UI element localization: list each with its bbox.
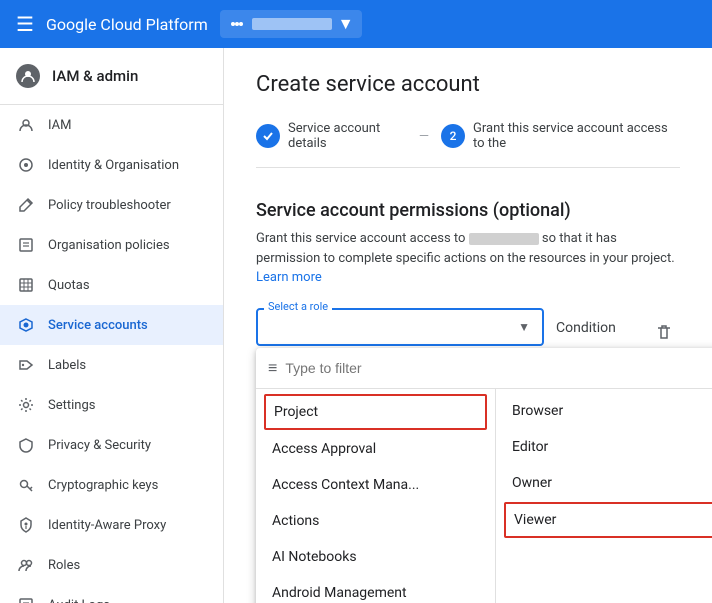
quotas-icon xyxy=(16,275,36,295)
redacted-project xyxy=(469,233,539,245)
privacy-security-label: Privacy & Security xyxy=(48,438,151,453)
dropdown-item-owner[interactable]: Owner xyxy=(496,465,712,501)
filter-input[interactable] xyxy=(285,360,712,376)
dropdown-right-column: Browser Editor Owner Viewer xyxy=(496,389,712,603)
sidebar-item-iam[interactable]: IAM xyxy=(0,105,223,145)
identity-aware-proxy-icon xyxy=(16,515,36,535)
sidebar-header: IAM & admin xyxy=(0,48,223,105)
step2-label: Grant this service account access to the xyxy=(473,121,680,151)
app-layout: IAM & admin IAM Identity & Organisation xyxy=(0,48,712,603)
dropdown-item-android-management[interactable]: Android Management xyxy=(256,575,495,603)
dropdown-columns: Project Access Approval Access Context M… xyxy=(256,389,712,603)
dropdown-menu: ≡ Project Access Approval Acc xyxy=(256,348,712,603)
project-dropdown-icon: ▼ xyxy=(338,14,354,34)
topbar: ☰ Google Cloud Platform ▼ xyxy=(0,0,712,48)
policy-troubleshooter-label: Policy troubleshooter xyxy=(48,198,171,213)
filter-icon: ≡ xyxy=(268,358,277,378)
audit-logs-icon xyxy=(16,595,36,603)
settings-icon xyxy=(16,395,36,415)
condition-label: Condition xyxy=(556,308,636,336)
roles-icon xyxy=(16,555,36,575)
sidebar-item-service-accounts[interactable]: Service accounts xyxy=(0,305,223,345)
crypto-keys-label: Cryptographic keys xyxy=(48,478,158,493)
step1-circle xyxy=(256,124,280,148)
sidebar-item-identity-org[interactable]: Identity & Organisation xyxy=(0,145,223,185)
sidebar-item-privacy-security[interactable]: Privacy & Security xyxy=(0,425,223,465)
menu-icon[interactable]: ☰ xyxy=(16,12,34,36)
roles-label: Roles xyxy=(48,558,80,573)
quotas-label: Quotas xyxy=(48,278,90,293)
delete-icon xyxy=(655,323,673,341)
app-logo: Google Cloud Platform xyxy=(46,15,208,34)
dropdown-item-project[interactable]: Project xyxy=(264,394,487,430)
sidebar-item-roles[interactable]: Roles xyxy=(0,545,223,585)
step-divider: — xyxy=(419,129,429,144)
dropdown-filter-row: ≡ xyxy=(256,348,712,389)
sidebar-item-policy-troubleshooter[interactable]: Policy troubleshooter xyxy=(0,185,223,225)
dropdown-arrow-icon: ▼ xyxy=(518,320,530,334)
sidebar-item-quotas[interactable]: Quotas xyxy=(0,265,223,305)
iam-label: IAM xyxy=(48,118,71,133)
dropdown-item-access-context[interactable]: Access Context Mana... xyxy=(256,467,495,503)
iam-icon xyxy=(16,115,36,135)
sidebar: IAM & admin IAM Identity & Organisation xyxy=(0,48,224,603)
dropdown-item-browser[interactable]: Browser xyxy=(496,393,712,429)
sidebar-item-labels[interactable]: Labels xyxy=(0,345,223,385)
role-row: Select a role ▼ ≡ Project xyxy=(256,308,680,348)
dropdown-item-editor[interactable]: Editor xyxy=(496,429,712,465)
page-title: Create service account xyxy=(256,72,680,97)
org-policies-icon xyxy=(16,235,36,255)
service-accounts-icon xyxy=(16,315,36,335)
sidebar-item-audit-logs[interactable]: Audit Logs xyxy=(0,585,223,603)
service-accounts-label: Service accounts xyxy=(48,318,148,333)
sidebar-item-identity-aware-proxy[interactable]: Identity-Aware Proxy xyxy=(0,505,223,545)
role-select-container: Select a role ▼ ≡ Project xyxy=(256,308,544,346)
step-2: 2 Grant this service account access to t… xyxy=(441,121,680,151)
sidebar-item-crypto-keys[interactable]: Cryptographic keys xyxy=(0,465,223,505)
learn-more-link[interactable]: Learn more xyxy=(256,270,322,285)
delete-role-button[interactable] xyxy=(648,316,680,348)
iam-admin-icon xyxy=(16,64,40,88)
stepper: Service account details — 2 Grant this s… xyxy=(256,121,680,168)
project-dots-icon xyxy=(228,15,246,33)
audit-logs-label: Audit Logs xyxy=(48,598,110,603)
step2-circle: 2 xyxy=(441,124,465,148)
sidebar-item-org-policies[interactable]: Organisation policies xyxy=(0,225,223,265)
identity-aware-proxy-label: Identity-Aware Proxy xyxy=(48,518,166,533)
settings-label: Settings xyxy=(48,398,95,413)
labels-label: Labels xyxy=(48,358,86,373)
dropdown-item-access-approval[interactable]: Access Approval xyxy=(256,431,495,467)
dropdown-item-viewer[interactable]: Viewer xyxy=(504,502,712,538)
step-1: Service account details xyxy=(256,121,407,151)
dropdown-left-column: Project Access Approval Access Context M… xyxy=(256,389,496,603)
sidebar-title: IAM & admin xyxy=(52,67,138,85)
identity-org-icon xyxy=(16,155,36,175)
labels-icon xyxy=(16,355,36,375)
role-dropdown-label: Select a role xyxy=(264,300,332,313)
step1-label: Service account details xyxy=(288,121,407,151)
crypto-keys-icon xyxy=(16,475,36,495)
project-name xyxy=(252,18,332,30)
policy-troubleshooter-icon xyxy=(16,195,36,215)
dropdown-item-actions[interactable]: Actions xyxy=(256,503,495,539)
role-dropdown-trigger[interactable]: ▼ xyxy=(256,308,544,346)
org-policies-label: Organisation policies xyxy=(48,238,170,253)
identity-org-label: Identity & Organisation xyxy=(48,158,179,173)
dropdown-item-ai-notebooks[interactable]: AI Notebooks xyxy=(256,539,495,575)
privacy-security-icon xyxy=(16,435,36,455)
section-description: Grant this service account access to so … xyxy=(256,229,680,288)
main-content: Create service account Service account d… xyxy=(224,48,712,603)
sidebar-item-settings[interactable]: Settings xyxy=(0,385,223,425)
section-title: Service account permissions (optional) xyxy=(256,200,680,221)
project-selector[interactable]: ▼ xyxy=(220,10,362,38)
